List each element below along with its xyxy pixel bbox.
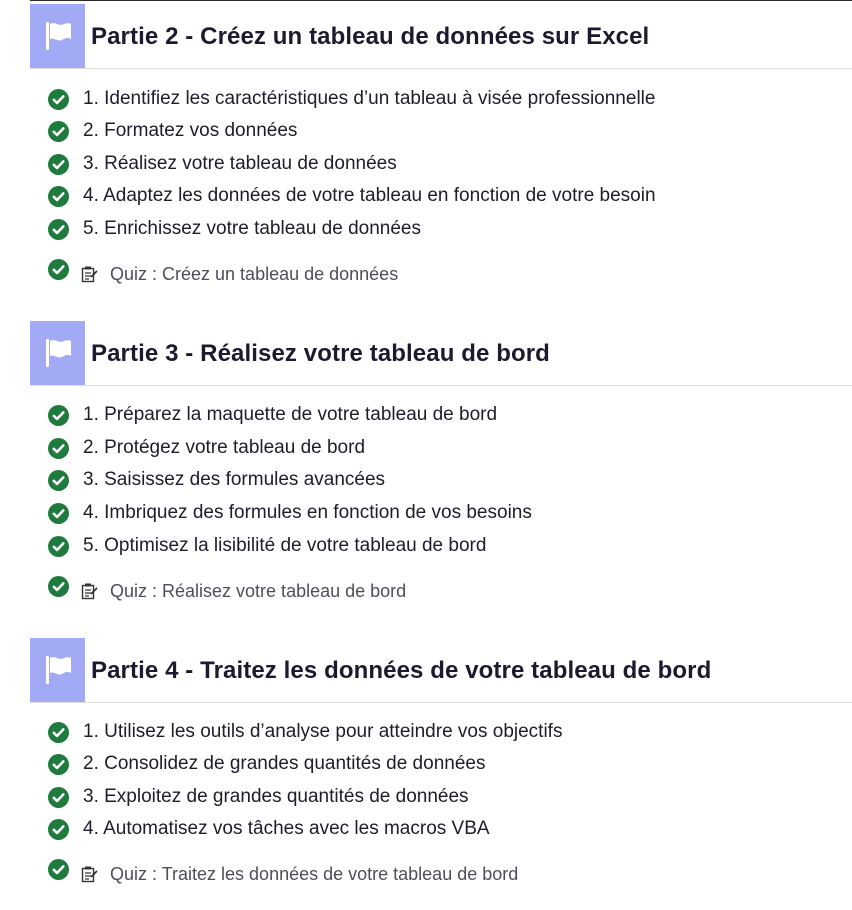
check-circle-icon	[48, 88, 69, 110]
flag-icon	[30, 638, 85, 702]
quiz-item[interactable]: Quiz : Créez un tableau de données	[48, 258, 399, 288]
part-header[interactable]: Partie 2 - Créez un tableau de données s…	[30, 4, 852, 69]
check-circle-icon	[48, 218, 69, 240]
part-section: Partie 3 - Réalisez votre tableau de bor…	[30, 321, 852, 601]
check-circle-icon	[48, 437, 69, 459]
chapter-label: 2. Protégez votre tableau de bord	[83, 437, 366, 458]
part-title: Partie 4 - Traitez les données de votre …	[91, 657, 712, 684]
check-circle-icon	[48, 858, 69, 880]
chapter-label: 4. Automatisez vos tâches avec les macro…	[83, 818, 490, 839]
check-circle-icon	[48, 404, 69, 426]
quiz-note-icon	[81, 866, 98, 883]
flag-icon	[30, 4, 85, 68]
part-title: Partie 3 - Réalisez votre tableau de bor…	[91, 340, 550, 367]
check-circle-icon	[48, 502, 69, 524]
part-header[interactable]: Partie 3 - Réalisez votre tableau de bor…	[30, 321, 852, 386]
chapter-item[interactable]: 1. Utilisez les outils d’analyse pour at…	[48, 718, 562, 746]
chapter-item[interactable]: 4. Adaptez les données de votre tableau …	[48, 182, 656, 210]
chapter-item[interactable]: 3. Exploitez de grandes quantités de don…	[48, 783, 469, 811]
chapter-item[interactable]: 5. Enrichissez votre tableau de données	[48, 215, 421, 243]
check-circle-icon	[48, 535, 69, 557]
part-header[interactable]: Partie 4 - Traitez les données de votre …	[30, 638, 852, 703]
chapter-label: 1. Préparez la maquette de votre tableau…	[83, 404, 498, 425]
part-section: Partie 4 - Traitez les données de votre …	[30, 638, 852, 884]
chapter-item[interactable]: 1. Identifiez les caractéristiques d’un …	[48, 85, 655, 113]
quiz-note-icon	[81, 583, 98, 600]
chapter-label: 3. Réalisez votre tableau de données	[83, 153, 397, 174]
check-circle-icon	[48, 575, 69, 597]
check-circle-icon	[48, 469, 69, 491]
check-circle-icon	[48, 786, 69, 808]
chapter-item[interactable]: 2. Protégez votre tableau de bord	[48, 434, 365, 462]
chapter-item[interactable]: 4. Automatisez vos tâches avec les macro…	[48, 815, 490, 843]
quiz-label: Quiz : Créez un tableau de données	[110, 263, 399, 284]
chapter-item[interactable]: 4. Imbriquez des formules en fonction de…	[48, 499, 532, 527]
flag-icon	[30, 321, 85, 385]
quiz-label: Quiz : Traitez les données de votre tabl…	[110, 863, 519, 884]
check-circle-icon	[48, 120, 69, 142]
chapter-label: 3. Exploitez de grandes quantités de don…	[83, 786, 469, 807]
chapter-label: 4. Imbriquez des formules en fonction de…	[83, 502, 532, 523]
quiz-item[interactable]: Quiz : Réalisez votre tableau de bord	[48, 575, 407, 605]
check-circle-icon	[48, 258, 69, 280]
chapter-item[interactable]: 3. Saisissez des formules avancées	[48, 466, 385, 494]
chapter-label: 2. Consolidez de grandes quantités de do…	[83, 753, 486, 774]
part-title: Partie 2 - Créez un tableau de données s…	[91, 23, 650, 50]
chapter-label: 3. Saisissez des formules avancées	[83, 469, 386, 490]
chapter-item[interactable]: 2. Consolidez de grandes quantités de do…	[48, 750, 485, 778]
chapter-item[interactable]: 1. Préparez la maquette de votre tableau…	[48, 401, 497, 429]
check-circle-icon	[48, 753, 69, 775]
chapter-label: 4. Adaptez les données de votre tableau …	[83, 185, 656, 206]
chapter-item[interactable]: 2. Formatez vos données	[48, 117, 297, 145]
chapter-label: 2. Formatez vos données	[83, 120, 298, 141]
quiz-note-icon	[81, 266, 98, 283]
chapter-item[interactable]: 5. Optimisez la lisibilité de votre tabl…	[48, 532, 486, 560]
part-section: Partie 2 - Créez un tableau de données s…	[30, 4, 852, 284]
check-circle-icon	[48, 153, 69, 175]
chapter-label: 1. Identifiez les caractéristiques d’un …	[83, 88, 656, 109]
check-circle-icon	[48, 818, 69, 840]
chapter-label: 5. Enrichissez votre tableau de données	[83, 218, 421, 239]
top-divider	[30, 0, 852, 1]
chapter-label: 1. Utilisez les outils d’analyse pour at…	[83, 721, 563, 742]
chapter-item[interactable]: 3. Réalisez votre tableau de données	[48, 150, 397, 178]
check-circle-icon	[48, 185, 69, 207]
quiz-item[interactable]: Quiz : Traitez les données de votre tabl…	[48, 858, 519, 888]
quiz-label: Quiz : Réalisez votre tableau de bord	[110, 580, 407, 601]
chapter-label: 5. Optimisez la lisibilité de votre tabl…	[83, 535, 487, 556]
check-circle-icon	[48, 721, 69, 743]
